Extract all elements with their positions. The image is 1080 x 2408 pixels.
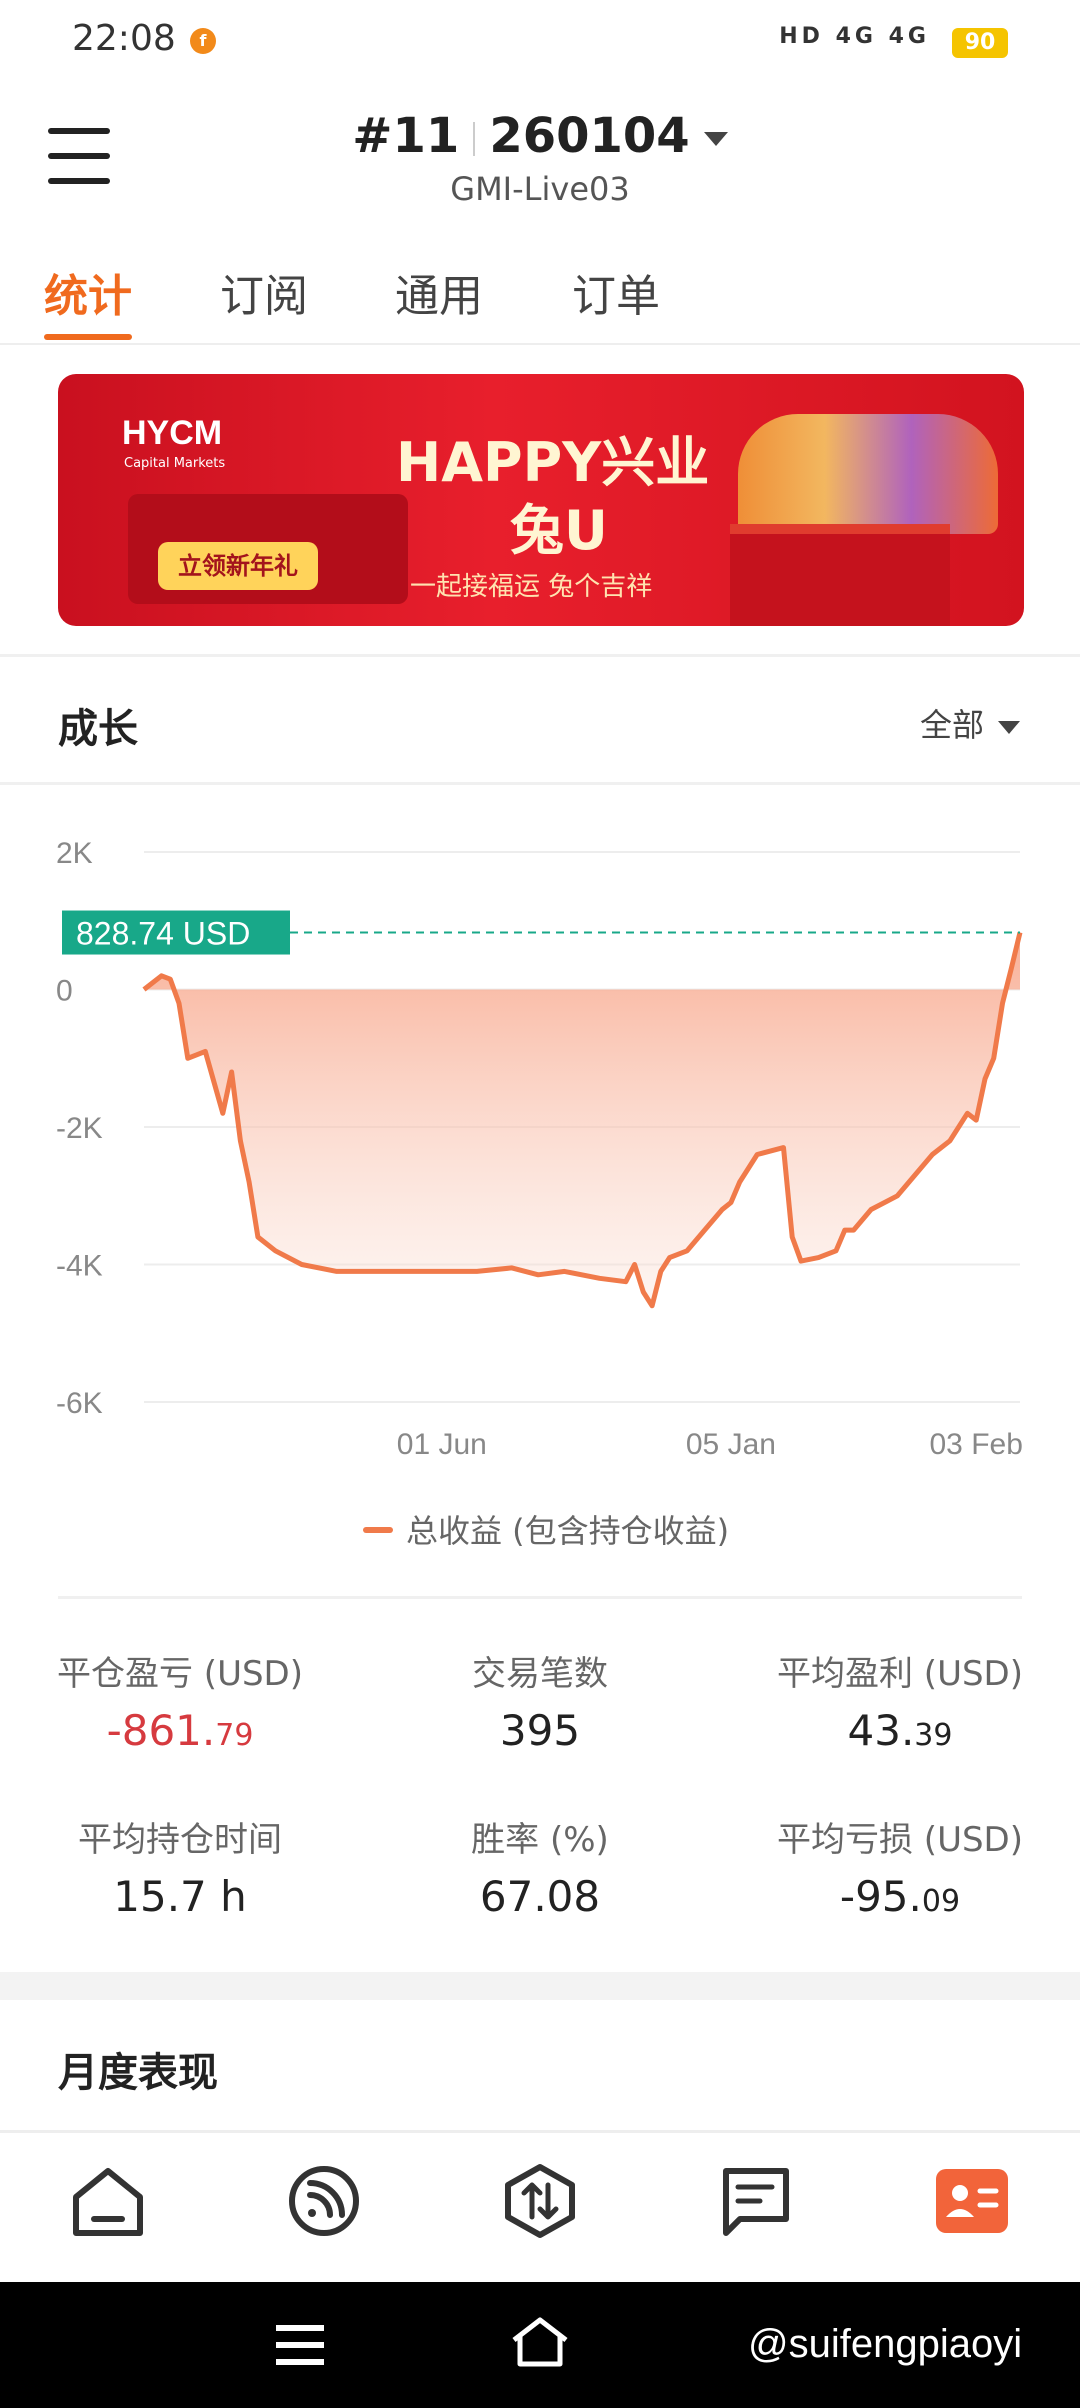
tab-general[interactable]: 通用 [395,260,483,324]
stat-value: 395 [360,1706,720,1755]
recent-apps-icon[interactable] [272,2320,328,2370]
x-tick-label: 03 Feb [929,1428,1022,1461]
stat-value: 15.7 h [0,1872,360,1921]
tab-bar: 统计 订阅 通用 订单 [0,250,1080,345]
message-icon[interactable] [716,2161,796,2241]
stat-value: 43.39 [720,1706,1080,1755]
divider [58,1596,1022,1599]
hycm-logo: HYCM [122,414,223,452]
growth-chart[interactable]: 2K 0 -2K -4K -6K 828.74 USD 01 Jun 05 Jan 03 F… [0,790,1080,1560]
promo-banner[interactable]: HYCM Capital Markets 立领新年礼 HAPPY兴业 兔U 一起… [58,374,1024,626]
monthly-performance-title: 月度表现 [58,2050,218,2096]
section-separator [0,1972,1080,2000]
network-indicator: HD 4G 4G [779,24,930,49]
x-tick-label: 05 Jan [686,1428,776,1461]
divider [0,654,1080,657]
stat-value-fraction: 79 [215,1718,254,1753]
trade-icon[interactable] [500,2161,580,2241]
bottom-navigation [0,2130,1080,2282]
stat-value-integer: 43. [847,1706,915,1755]
stat-value-fraction: 09 [921,1884,961,1919]
status-bar: 22:08 f HD 4G 4G 90 [0,0,1080,86]
rabbit-cards-image [738,414,998,534]
stat-value-integer: -95. [839,1872,922,1921]
stat-value: -861.79 [0,1706,360,1755]
home-icon[interactable] [68,2161,148,2241]
caret-down-icon [998,720,1020,734]
stat-label: 平均盈利 (USD) [777,1654,1023,1694]
growth-range-filter[interactable]: 全部 [920,700,1020,746]
tab-orders[interactable]: 订单 [572,260,660,324]
current-value-label: 828.74 USD [76,916,250,952]
hycm-logo-subtitle: Capital Markets [124,456,226,471]
account-separator [473,122,476,156]
stat-value-integer: -861. [106,1706,216,1755]
active-tab-indicator [44,334,132,340]
stat-value: 67.08 [360,1872,720,1921]
stat-value: -95.09 [720,1872,1080,1921]
tab-subscriptions[interactable]: 订阅 [220,260,308,324]
feed-icon[interactable] [284,2161,364,2241]
stat-value-integer: 395 [499,1706,581,1755]
gift-box-image [730,524,950,626]
y-tick-label: 2K [56,837,93,870]
profile-icon[interactable] [932,2161,1012,2241]
y-tick-label: -4K [56,1250,103,1283]
chevron-down-icon [703,132,728,146]
banner-cta-button[interactable]: 立领新年礼 [158,542,318,590]
growth-filter-label: 全部 [919,706,984,744]
banner-headline-2: 兔U [510,499,608,562]
app-notification-icon: f [190,28,216,54]
clock: 22:08 [72,18,176,59]
stat-label: 交易笔数 [472,1654,608,1694]
divider [0,782,1080,785]
stat-label: 平均亏损 (USD) [777,1820,1023,1860]
system-home-icon[interactable] [508,2314,572,2370]
chart-x-axis: 01 Jun 05 Jan 03 Feb [397,1428,1023,1461]
account-number: #11 [352,108,460,164]
watermark-text: @suifengpiaoyi [748,2322,1023,2366]
stat-value-fraction: 39 [914,1718,953,1753]
y-tick-label: -2K [56,1112,103,1145]
x-tick-label: 01 Jun [397,1428,487,1461]
system-navigation-bar: @suifengpiaoyi [0,2282,1080,2408]
legend-label: 总收益 (包含持仓收益) [406,1512,729,1550]
tab-statistics[interactable]: 统计 [44,260,132,324]
account-suffix: 260104 [489,108,690,164]
stat-label: 平仓盈亏 (USD) [57,1654,303,1694]
stat-value-integer: 67.08 [479,1872,601,1921]
battery-indicator: 90 [952,28,1008,58]
y-tick-label: 0 [56,975,73,1008]
stat-label: 平均持仓时间 [78,1820,282,1860]
growth-title: 成长 [58,706,138,752]
stat-value-integer: 15.7 h [113,1872,247,1921]
account-selector[interactable]: #11 260104 [0,108,1080,164]
banner-tagline: 一起接福运 兔个吉祥 [410,572,653,602]
y-tick-label: -6K [56,1387,103,1420]
server-name: GMI-Live03 [450,170,630,208]
stat-label: 胜率 (%) [471,1820,609,1860]
